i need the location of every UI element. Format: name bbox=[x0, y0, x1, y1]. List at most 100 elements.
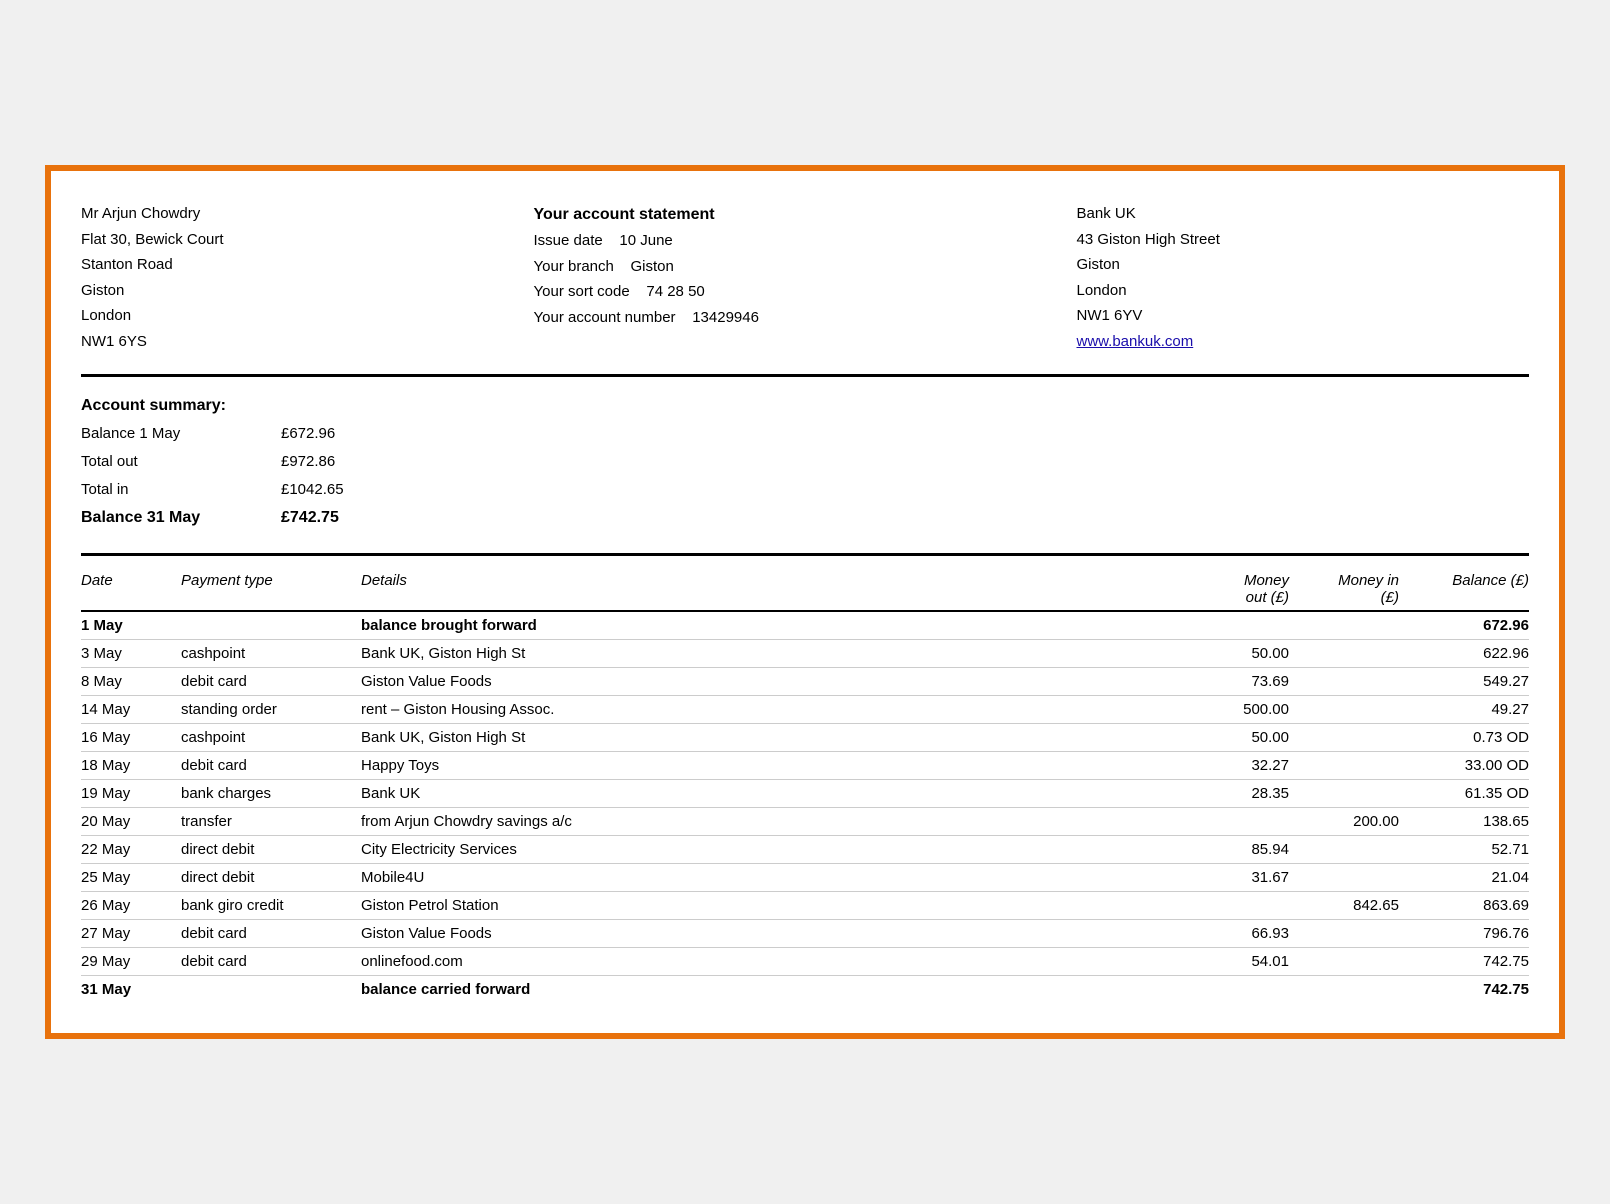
row-money-in: 200.00 bbox=[1299, 813, 1409, 830]
divider-summary bbox=[81, 553, 1529, 556]
row-payment-type: bank giro credit bbox=[181, 897, 361, 914]
bank-name: Bank UK bbox=[1077, 201, 1530, 227]
row-date: 19 May bbox=[81, 785, 181, 802]
row-details: Giston Petrol Station bbox=[361, 897, 1189, 914]
row-date: 31 May bbox=[81, 981, 181, 998]
row-balance: 796.76 bbox=[1409, 925, 1529, 942]
row-date: 14 May bbox=[81, 701, 181, 718]
row-details: Happy Toys bbox=[361, 757, 1189, 774]
sort-value: 74 28 50 bbox=[646, 283, 704, 300]
row-details: rent – Giston Housing Assoc. bbox=[361, 701, 1189, 718]
col-header-balance: Balance (£) bbox=[1409, 572, 1529, 606]
bank-address4: NW1 6YV bbox=[1077, 303, 1530, 329]
branch-value: Giston bbox=[631, 258, 674, 275]
row-payment-type: transfer bbox=[181, 813, 361, 830]
row-payment-type: cashpoint bbox=[181, 729, 361, 746]
bank-website[interactable]: www.bankuk.com bbox=[1077, 333, 1194, 350]
row-details: Giston Value Foods bbox=[361, 925, 1189, 942]
row-details: balance brought forward bbox=[361, 617, 1189, 634]
customer-address5: NW1 6YS bbox=[81, 329, 534, 355]
row-balance: 549.27 bbox=[1409, 673, 1529, 690]
customer-address1: Flat 30, Bewick Court bbox=[81, 227, 534, 253]
table-row: 29 May debit card onlinefood.com 54.01 7… bbox=[81, 948, 1529, 976]
row-balance: 61.35 OD bbox=[1409, 785, 1529, 802]
row-date: 8 May bbox=[81, 673, 181, 690]
customer-address2: Stanton Road bbox=[81, 252, 534, 278]
row-payment-type: direct debit bbox=[181, 869, 361, 886]
issue-value: 10 June bbox=[619, 232, 672, 249]
table-row: 31 May balance carried forward 742.75 bbox=[81, 976, 1529, 1003]
row-balance: 742.75 bbox=[1409, 953, 1529, 970]
summary-row-value: £1042.65 bbox=[281, 476, 381, 504]
summary-row-label: Balance 31 May bbox=[81, 503, 281, 533]
row-money-out: 28.35 bbox=[1189, 785, 1299, 802]
branch-label: Your branch bbox=[534, 258, 614, 275]
summary-row: Balance 1 May£672.96 bbox=[81, 420, 1529, 448]
row-details: Bank UK, Giston High St bbox=[361, 645, 1189, 662]
row-payment-type: cashpoint bbox=[181, 645, 361, 662]
row-money-in: 842.65 bbox=[1299, 897, 1409, 914]
row-payment-type: standing order bbox=[181, 701, 361, 718]
summary-row-value: £972.86 bbox=[281, 448, 381, 476]
row-balance: 33.00 OD bbox=[1409, 757, 1529, 774]
customer-address3: Giston bbox=[81, 278, 534, 304]
row-payment-type: bank charges bbox=[181, 785, 361, 802]
col-header-date: Date bbox=[81, 572, 181, 606]
row-date: 18 May bbox=[81, 757, 181, 774]
table-body: 1 May balance brought forward 672.96 3 M… bbox=[81, 612, 1529, 1003]
table-row: 19 May bank charges Bank UK 28.35 61.35 … bbox=[81, 780, 1529, 808]
col-header-payment: Payment type bbox=[181, 572, 361, 606]
row-details: onlinefood.com bbox=[361, 953, 1189, 970]
row-details: balance carried forward bbox=[361, 981, 1189, 998]
summary-row: Total out£972.86 bbox=[81, 448, 1529, 476]
row-details: Mobile4U bbox=[361, 869, 1189, 886]
summary-row: Total in£1042.65 bbox=[81, 476, 1529, 504]
issue-label: Issue date bbox=[534, 232, 603, 249]
header-section: Mr Arjun Chowdry Flat 30, Bewick Court S… bbox=[81, 201, 1529, 354]
customer-name: Mr Arjun Chowdry bbox=[81, 201, 534, 227]
table-row: 27 May debit card Giston Value Foods 66.… bbox=[81, 920, 1529, 948]
summary-row-label: Total in bbox=[81, 476, 281, 504]
row-payment-type: debit card bbox=[181, 953, 361, 970]
table-row: 26 May bank giro credit Giston Petrol St… bbox=[81, 892, 1529, 920]
row-money-out: 32.27 bbox=[1189, 757, 1299, 774]
summary-rows: Balance 1 May£672.96Total out£972.86Tota… bbox=[81, 420, 1529, 533]
row-date: 22 May bbox=[81, 841, 181, 858]
row-money-out: 85.94 bbox=[1189, 841, 1299, 858]
col-header-details: Details bbox=[361, 572, 1189, 606]
row-details: Bank UK, Giston High St bbox=[361, 729, 1189, 746]
table-row: 25 May direct debit Mobile4U 31.67 21.04 bbox=[81, 864, 1529, 892]
row-date: 25 May bbox=[81, 869, 181, 886]
sort-label: Your sort code bbox=[534, 283, 630, 300]
row-date: 27 May bbox=[81, 925, 181, 942]
row-payment-type: debit card bbox=[181, 757, 361, 774]
row-balance: 138.65 bbox=[1409, 813, 1529, 830]
bank-address1: 43 Giston High Street bbox=[1077, 227, 1530, 253]
summary-row: Balance 31 May£742.75 bbox=[81, 503, 1529, 533]
table-row: 18 May debit card Happy Toys 32.27 33.00… bbox=[81, 752, 1529, 780]
col-header-money-out: Money out (£) bbox=[1189, 572, 1299, 606]
table-row: 14 May standing order rent – Giston Hous… bbox=[81, 696, 1529, 724]
account-value: 13429946 bbox=[692, 309, 759, 326]
table-headers: Date Payment type Details Money out (£) … bbox=[81, 566, 1529, 612]
row-balance: 622.96 bbox=[1409, 645, 1529, 662]
divider-header bbox=[81, 374, 1529, 377]
row-balance: 0.73 OD bbox=[1409, 729, 1529, 746]
row-money-out: 50.00 bbox=[1189, 729, 1299, 746]
summary-row-label: Balance 1 May bbox=[81, 420, 281, 448]
summary-title: Account summary: bbox=[81, 397, 1529, 415]
customer-address: Mr Arjun Chowdry Flat 30, Bewick Court S… bbox=[81, 201, 534, 354]
row-date: 3 May bbox=[81, 645, 181, 662]
customer-address4: London bbox=[81, 303, 534, 329]
bank-address2: Giston bbox=[1077, 252, 1530, 278]
statement-title: Your account statement bbox=[534, 206, 715, 223]
row-money-out: 500.00 bbox=[1189, 701, 1299, 718]
summary-row-value: £672.96 bbox=[281, 420, 381, 448]
statement-info: Your account statement Issue date 10 Jun… bbox=[534, 201, 1077, 354]
row-payment-type: direct debit bbox=[181, 841, 361, 858]
row-money-out: 54.01 bbox=[1189, 953, 1299, 970]
row-date: 20 May bbox=[81, 813, 181, 830]
row-balance: 863.69 bbox=[1409, 897, 1529, 914]
row-balance: 742.75 bbox=[1409, 981, 1529, 998]
row-date: 26 May bbox=[81, 897, 181, 914]
